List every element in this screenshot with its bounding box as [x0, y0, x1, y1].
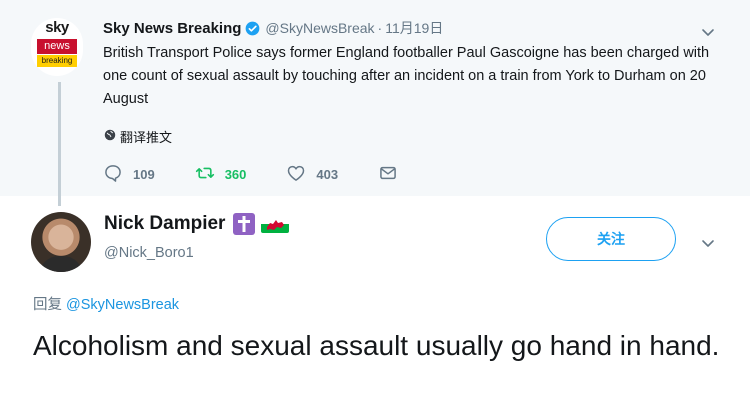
reply-count: 109	[133, 167, 155, 182]
header-separator: ·	[377, 20, 383, 36]
follow-button[interactable]: 关注	[546, 217, 676, 261]
parent-tweet-header: Sky News Breaking @SkyNewsBreak · 11月19日	[103, 17, 443, 39]
translate-tweet-link[interactable]: 翻译推文	[104, 127, 172, 146]
logo-sky-word: sky	[45, 19, 69, 36]
reply-icon	[103, 163, 133, 186]
reply-button[interactable]: 109	[103, 163, 155, 186]
quoted-parent-tweet[interactable]: sky news breaking Sky News Breaking @Sky…	[0, 0, 750, 206]
logo-news-bar: news	[37, 39, 77, 54]
author-name[interactable]: Nick Dampier	[104, 213, 225, 235]
like-count: 403	[316, 167, 339, 182]
parent-tweet-text: British Transport Police says former Eng…	[103, 45, 710, 107]
sky-news-breaking-avatar[interactable]: sky news breaking	[31, 18, 83, 76]
globe-icon	[104, 129, 120, 144]
author-handle[interactable]: @Nick_Boro1	[104, 245, 194, 261]
latin-cross-emoji-icon	[233, 213, 256, 235]
avatar-shirt	[39, 256, 83, 272]
replying-to-line: 回复 @SkyNewsBreak	[33, 293, 179, 314]
reply-tweet-text: Alcoholism and sexual assault usually go…	[33, 330, 720, 361]
direct-message-button[interactable]	[378, 163, 408, 186]
direct-message-icon	[378, 163, 408, 186]
chevron-down-icon[interactable]	[700, 24, 716, 40]
tweet-timestamp[interactable]: 11月19日	[385, 18, 443, 38]
chevron-down-icon[interactable]	[700, 235, 716, 251]
author-name[interactable]: Sky News Breaking	[103, 20, 241, 37]
logo-breaking-bar: breaking	[37, 55, 77, 67]
author-handle[interactable]: @SkyNewsBreak	[265, 20, 374, 36]
reply-author-row: Nick Dampier	[104, 213, 290, 235]
like-icon	[286, 163, 316, 186]
retweet-icon	[195, 163, 225, 186]
reply-prefix: 回复	[33, 297, 62, 313]
verified-icon	[245, 21, 260, 36]
retweet-count: 360	[224, 167, 247, 182]
thread-connector-line	[58, 82, 61, 206]
tweet-action-bar: 109 360 403	[103, 163, 448, 186]
reply-mention-link[interactable]: @SkyNewsBreak	[66, 297, 179, 313]
translate-label: 翻译推文	[120, 130, 173, 145]
retweet-button[interactable]: 360	[195, 163, 247, 186]
like-button[interactable]: 403	[286, 163, 338, 186]
nick-dampier-avatar[interactable]	[31, 212, 91, 272]
wales-flag-icon	[261, 215, 290, 233]
